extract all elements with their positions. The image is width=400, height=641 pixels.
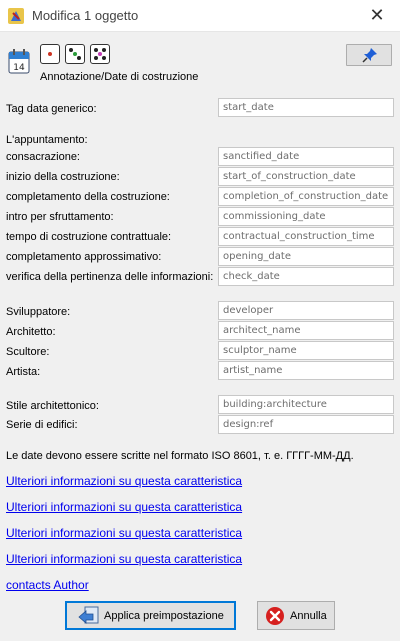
opening-date-input[interactable]: opening_date xyxy=(218,247,394,266)
construction-completion-input[interactable]: completion_of_construction_date xyxy=(218,187,394,206)
cancel-button[interactable]: Annulla xyxy=(257,601,335,630)
more-info-link[interactable]: Ulteriori informazioni su questa caratte… xyxy=(6,500,242,514)
label-construction-completion: completamento della costruzione: xyxy=(6,191,170,203)
apply-preset-button[interactable]: Applica preimpostazione xyxy=(65,601,236,630)
label-building-series: Serie di edifici: xyxy=(6,419,78,431)
calendar-icon: 14 xyxy=(8,49,30,74)
design-ref-input[interactable]: design:ref xyxy=(218,415,394,434)
section-label-appointment: L'appuntamento: xyxy=(6,134,88,146)
label-developer: Sviluppatore: xyxy=(6,306,71,318)
pin-toggle-button[interactable] xyxy=(346,44,392,66)
architect-input[interactable]: architect_name xyxy=(218,321,394,340)
date-format-note: Le date devono essere scritte nel format… xyxy=(6,450,354,462)
generic-date-input[interactable]: start_date xyxy=(218,98,394,117)
label-approx-completion: completamento approssimativo: xyxy=(6,251,162,263)
check-date-input[interactable]: check_date xyxy=(218,267,394,286)
label-contractual-time: tempo di costruzione contrattuale: xyxy=(6,231,172,243)
label-artist: Artista: xyxy=(6,366,41,378)
developer-input[interactable]: developer xyxy=(218,301,394,320)
title-bar: Modifica 1 oggetto ✕ xyxy=(0,0,400,32)
cancel-icon xyxy=(266,606,284,625)
label-commissioning: intro per sfruttamento: xyxy=(6,211,114,223)
label-sculptor: Scultore: xyxy=(6,346,50,358)
architecture-style-input[interactable]: building:architecture xyxy=(218,395,394,414)
pin-icon xyxy=(362,48,377,63)
svg-text:14: 14 xyxy=(13,63,25,73)
label-check-date: verifica della pertinenza delle informaz… xyxy=(6,271,214,283)
artist-input[interactable]: artist_name xyxy=(218,361,394,380)
apply-arrow-icon xyxy=(78,606,99,624)
construction-start-input[interactable]: start_of_construction_date xyxy=(218,167,394,186)
window-title: Modifica 1 oggetto xyxy=(32,8,139,23)
cancel-label: Annulla xyxy=(290,609,327,622)
label-architect: Architetto: xyxy=(6,326,56,338)
consecration-date-input[interactable]: sanctified_date xyxy=(218,147,394,166)
dice-five-icon xyxy=(90,44,110,64)
label-consecration: consacrazione: xyxy=(6,151,80,163)
josm-app-icon xyxy=(8,8,24,24)
apply-preset-label: Applica preimpostazione xyxy=(104,609,224,622)
sculptor-input[interactable]: sculptor_name xyxy=(218,341,394,360)
more-info-link[interactable]: Ulteriori informazioni su questa caratte… xyxy=(6,552,242,566)
label-generic-date: Tag data generico: xyxy=(6,103,97,115)
close-button[interactable]: ✕ xyxy=(354,0,400,32)
more-info-link[interactable]: Ulteriori informazioni su questa caratte… xyxy=(6,526,242,540)
preset-title: Annotazione/Date di costruzione xyxy=(40,71,199,83)
contacts-author-link[interactable]: contacts Author xyxy=(6,578,89,592)
label-construction-start: inizio della costruzione: xyxy=(6,171,120,183)
more-info-link[interactable]: Ulteriori informazioni su questa caratte… xyxy=(6,474,242,488)
dice-three-icon xyxy=(65,44,85,64)
contractual-time-input[interactable]: contractual_construction_time xyxy=(218,227,394,246)
commissioning-date-input[interactable]: commissioning_date xyxy=(218,207,394,226)
label-architectural-style: Stile architettonico: xyxy=(6,400,99,412)
dice-one-icon xyxy=(40,44,60,64)
